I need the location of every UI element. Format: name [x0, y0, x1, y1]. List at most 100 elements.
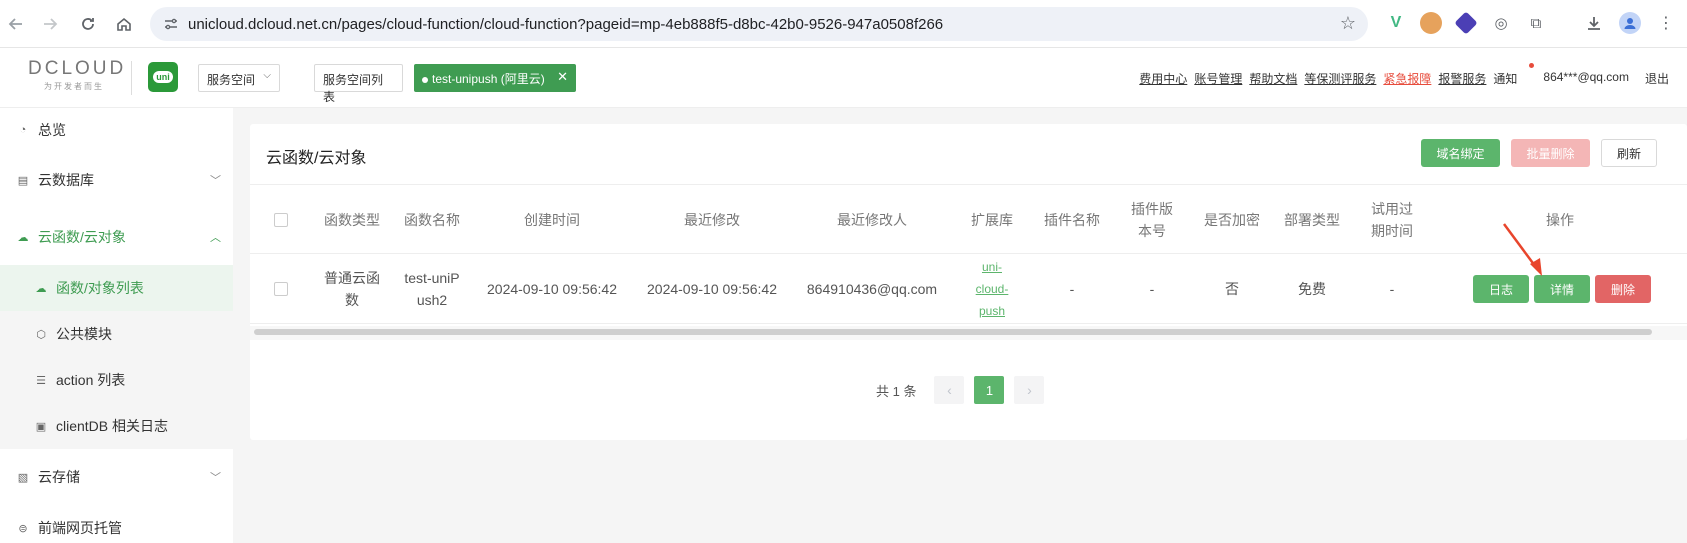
logout-link[interactable]: 退出	[1645, 70, 1669, 87]
header-modifier: 最近修改人	[837, 212, 907, 228]
account-link[interactable]: 账号管理	[1194, 70, 1242, 87]
dcloud-logo[interactable]: DCLOUD 为开发者而生	[28, 58, 127, 98]
cell-plugin: -	[1069, 281, 1075, 297]
page-number-button[interactable]: 1	[974, 376, 1005, 404]
download-icon[interactable]	[1583, 12, 1605, 34]
notice-badge	[1529, 63, 1534, 68]
billing-link[interactable]: 费用中心	[1139, 70, 1187, 87]
header-encrypted: 是否加密	[1204, 212, 1260, 228]
batch-delete-button[interactable]: 批量删除	[1511, 139, 1590, 167]
header-type: 函数类型	[324, 212, 380, 228]
database-icon: ▤	[17, 174, 29, 187]
urgent-report-link[interactable]: 紧急报障	[1383, 70, 1431, 87]
refresh-button[interactable]: 刷新	[1601, 139, 1657, 167]
sidebar-item-overview[interactable]: ◔ 总览	[0, 108, 233, 152]
app-header: DCLOUD 为开发者而生 uni 服务空间 ⌵ 服务空间列表 test-uni…	[0, 48, 1687, 108]
chevron-down-icon: ⌵	[263, 70, 271, 81]
sidebar-item-label: 云存储	[38, 469, 80, 485]
header-divider	[131, 61, 132, 95]
chevron-up-icon: ︿	[210, 232, 221, 244]
browser-chrome: unicloud.dcloud.net.cn/pages/cloud-funct…	[0, 0, 1687, 48]
sidebar-item-database[interactable]: ▤ 云数据库 ﹀	[0, 158, 233, 202]
ext-library-link[interactable]: uni-cloud-push	[966, 256, 1018, 322]
header-trial-expire: 试用过期时间	[1371, 201, 1413, 239]
sidebar-item-label: 云数据库	[38, 172, 94, 188]
sidebar-item-label: 前端网页托管	[38, 520, 122, 536]
cell-plugin-version: -	[1149, 281, 1155, 297]
security-service-link[interactable]: 等保测评服务	[1304, 70, 1376, 87]
pie-chart-icon: ◔	[19, 124, 27, 136]
home-icon[interactable]	[112, 12, 136, 36]
space-list-button[interactable]: 服务空间列表	[314, 64, 403, 104]
sidebar-item-label: 云函数/云对象	[38, 229, 126, 245]
horizontal-scrollbar[interactable]	[254, 329, 1652, 335]
status-dot-icon	[422, 76, 428, 83]
screenshot-icon[interactable]: ◎	[1490, 12, 1512, 34]
close-icon[interactable]: ✕	[557, 69, 568, 85]
header-created: 创建时间	[524, 212, 580, 228]
row-checkbox[interactable]	[274, 282, 288, 296]
browser-menu-icon[interactable]: ⋮	[1655, 12, 1677, 34]
header-actions: 操作	[1546, 212, 1574, 228]
user-email[interactable]: 864***@qq.com	[1543, 70, 1629, 87]
select-all-cell	[250, 185, 312, 255]
back-icon[interactable]	[4, 12, 28, 36]
sidebar-item-label: 函数/对象列表	[56, 280, 144, 296]
uni-logo-text: uni	[153, 71, 173, 83]
url-text[interactable]: unicloud.dcloud.net.cn/pages/cloud-funct…	[188, 16, 943, 33]
bind-domain-button[interactable]: 域名绑定	[1421, 139, 1500, 167]
sidebar-item-storage[interactable]: ▧ 云存储 ﹀	[0, 455, 233, 499]
notice-link[interactable]: 通知	[1493, 70, 1517, 87]
cell-type: 普通云函数	[324, 270, 380, 308]
extensions-puzzle-icon[interactable]: ⧉	[1525, 12, 1547, 34]
sidebar-item-label: action 列表	[56, 372, 126, 388]
help-link[interactable]: 帮助文档	[1249, 70, 1297, 87]
list-icon: ☰	[36, 374, 46, 387]
bookmark-star-icon[interactable]: ☆	[1340, 13, 1356, 34]
space-select-dropdown[interactable]: 服务空间 ⌵	[198, 64, 280, 92]
site-settings-icon[interactable]	[162, 15, 180, 33]
logo-name: DCLOUD	[28, 58, 127, 79]
log-icon: ▣	[35, 420, 47, 433]
sidebar-item-label: 公共模块	[56, 326, 112, 342]
cube-icon: ⬡	[36, 328, 46, 341]
alert-service-link[interactable]: 报警服务	[1438, 70, 1486, 87]
delete-button[interactable]: 删除	[1595, 275, 1651, 303]
sidebar-subitem-clientdb-logs[interactable]: ▣ clientDB 相关日志	[0, 403, 233, 449]
header-links: 费用中心 账号管理 帮助文档 等保测评服务 紧急报障 报警服务 通知 864**…	[1139, 70, 1669, 87]
sidebar-subitem-action-list[interactable]: ☰ action 列表	[0, 357, 233, 403]
unicloud-logo[interactable]: uni	[148, 62, 178, 92]
cloud-icon: ☁	[17, 231, 29, 244]
vue-devtools-icon[interactable]: V	[1385, 12, 1407, 34]
cloud-function-card: 云函数/云对象 域名绑定 批量删除 刷新 函数类型 函数名称 创建时间 最近修改…	[250, 124, 1687, 440]
cell-modifier: 864910436@qq.com	[806, 281, 938, 297]
pagination-total: 共 1 条	[876, 383, 917, 399]
forward-icon[interactable]	[38, 12, 62, 36]
address-bar[interactable]: unicloud.dcloud.net.cn/pages/cloud-funct…	[150, 7, 1368, 41]
header-ext: 扩展库	[971, 212, 1013, 228]
sidebar: ◔ 总览 ▤ 云数据库 ﹀ ☁ 云函数/云对象 ︿ ☁ 函数/对象列表 ⬡ 公共…	[0, 108, 233, 543]
next-page-button[interactable]: ›	[1014, 376, 1045, 404]
prev-page-button[interactable]: ‹	[934, 376, 965, 404]
cell-name: test-uniPush2	[404, 270, 460, 308]
sidebar-item-hosting[interactable]: ⊜ 前端网页托管	[0, 506, 233, 543]
row-select-cell	[250, 254, 312, 324]
profile-avatar-icon[interactable]	[1619, 12, 1641, 34]
sidebar-subitem-common-modules[interactable]: ⬡ 公共模块	[0, 311, 233, 357]
storage-icon: ▧	[17, 471, 29, 484]
table-row: 普通云函数 test-uniPush2 2024-09-10 09:56:42 …	[250, 254, 1687, 324]
sidebar-item-cloud-functions[interactable]: ☁ 云函数/云对象 ︿	[0, 215, 233, 259]
select-all-checkbox[interactable]	[274, 213, 288, 227]
header-plugin-version: 插件版本号	[1131, 201, 1173, 239]
sidebar-subitem-function-list[interactable]: ☁ 函数/对象列表	[0, 265, 233, 311]
header-plugin: 插件名称	[1044, 212, 1100, 228]
logo-slogan: 为开发者而生	[44, 82, 104, 91]
current-space-tag[interactable]: test-unipush (阿里云) ✕	[414, 64, 576, 92]
extension-avatar-icon[interactable]	[1420, 12, 1442, 34]
annotation-arrow-icon	[1502, 223, 1542, 276]
reload-icon[interactable]	[76, 12, 100, 36]
extension-diamond-icon[interactable]	[1454, 11, 1478, 35]
table-header-row: 函数类型 函数名称 创建时间 最近修改 最近修改人 扩展库 插件名称 插件版本号…	[250, 184, 1687, 254]
